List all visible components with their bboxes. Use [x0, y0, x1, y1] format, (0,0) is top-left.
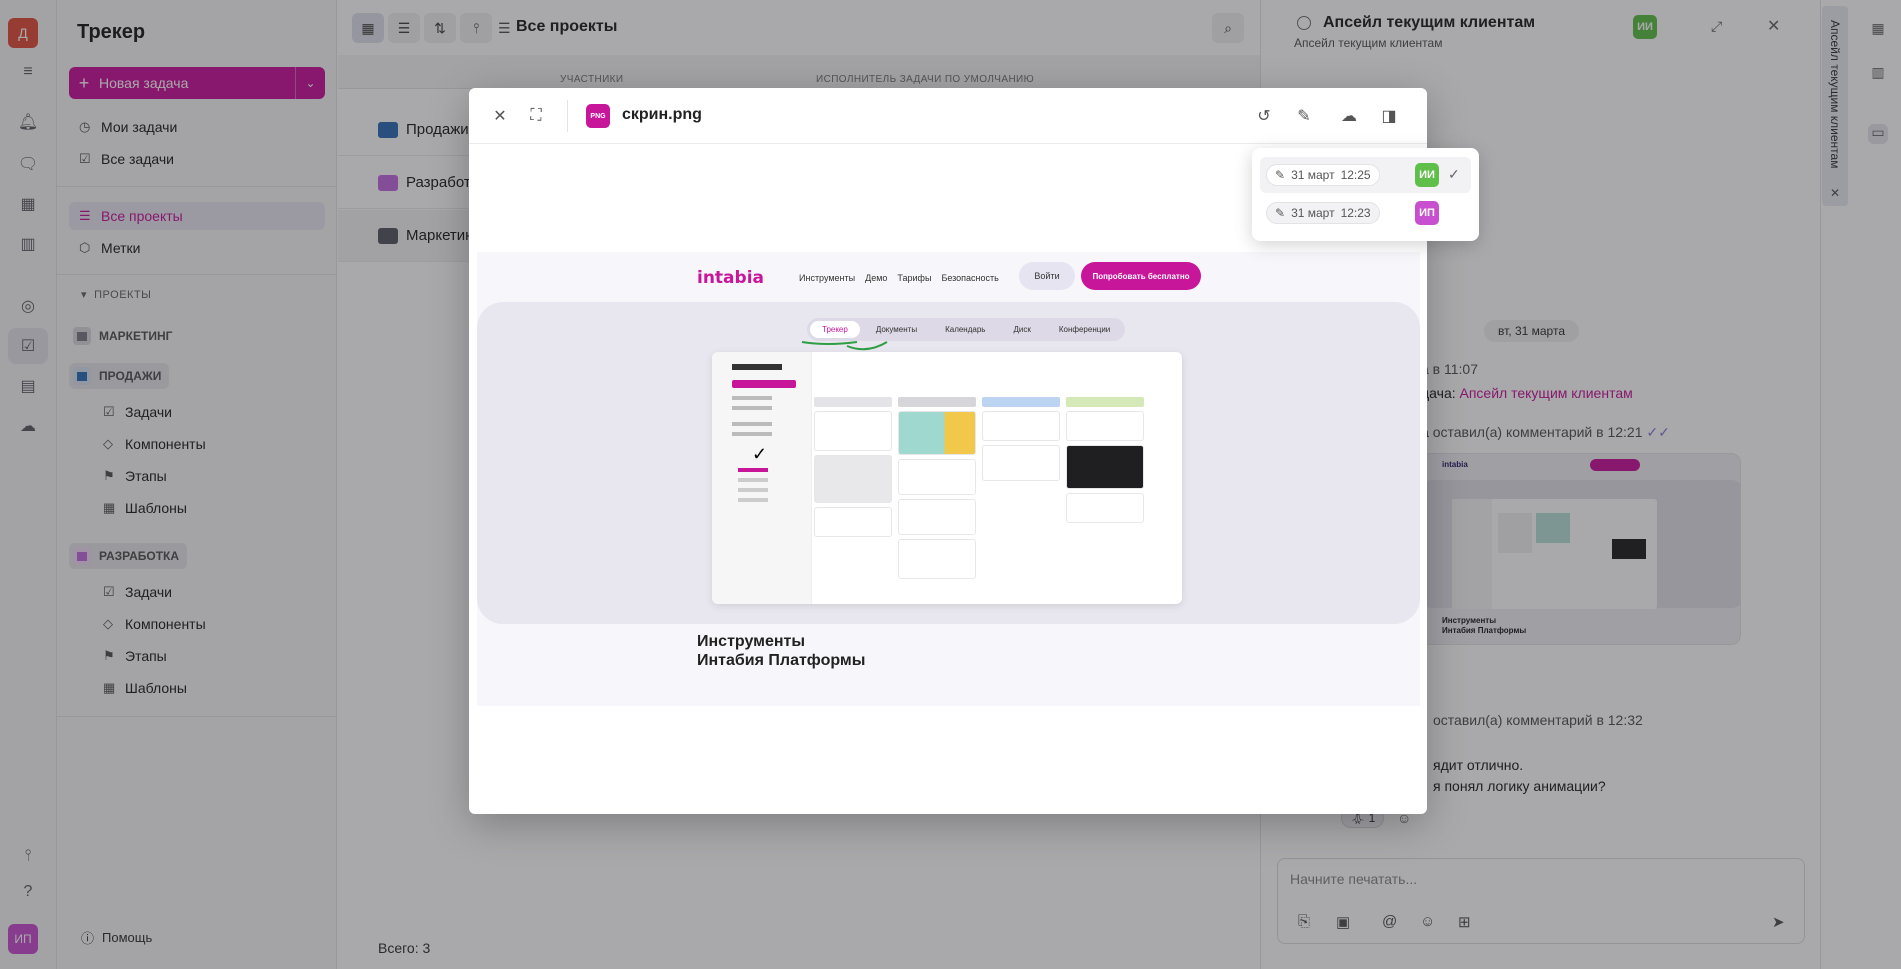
mini-sidebar: ✓	[712, 352, 812, 604]
close-icon[interactable]: ✕	[486, 102, 514, 130]
download-icon[interactable]: ☁	[1335, 102, 1363, 130]
version-time: 12:23	[1340, 206, 1371, 220]
nav-link: Инструменты	[799, 273, 856, 283]
divider	[567, 100, 568, 132]
nav-link: Безопасность	[941, 273, 999, 283]
history-icon[interactable]: ↺	[1250, 102, 1278, 130]
caption-line: Инструменты	[697, 633, 806, 650]
caption-line: Интабия Платформы	[697, 652, 866, 669]
version-history-popup: ✎ 31 март 12:25 ИИ ✓ ✎ 31 март 12:23 ИП	[1252, 148, 1479, 241]
version-chip: ✎ 31 март 12:23	[1266, 202, 1380, 224]
version-date: 31 март	[1291, 206, 1335, 220]
signature-icon: ✎	[1275, 168, 1286, 182]
version-item[interactable]: ✎ 31 март 12:23 ИП	[1260, 195, 1471, 231]
app-screenshot: ✓	[712, 352, 1182, 604]
site-login-button: Войти	[1019, 262, 1075, 290]
check-icon: ✓	[1448, 166, 1460, 182]
mini-column	[898, 397, 976, 597]
version-date: 31 март	[1291, 168, 1335, 182]
image-canvas: intabia Инструменты Демо Тарифы Безопасн…	[477, 252, 1420, 706]
nav-link: Тарифы	[897, 273, 932, 283]
mini-column	[814, 397, 892, 597]
version-item[interactable]: ✎ 31 март 12:25 ИИ ✓	[1260, 157, 1471, 193]
signature-icon[interactable]: ✎	[1290, 102, 1318, 130]
mini-column	[982, 397, 1060, 597]
side-panel-icon[interactable]: ◨	[1375, 102, 1403, 130]
site-hero: Трекер Документы Календарь Диск Конферен…	[477, 302, 1420, 624]
nav-link: Демо	[865, 273, 888, 283]
site-tab: Календарь	[945, 325, 986, 334]
modal-header: ✕ ⛶ PNG скрин.png ↺ ✎ ☁ ◨	[469, 88, 1427, 144]
fullscreen-icon[interactable]: ⛶	[522, 102, 550, 130]
signature-icon: ✎	[1275, 206, 1286, 220]
author-badge: ИИ	[1415, 163, 1439, 187]
mini-column	[1066, 397, 1144, 597]
site-nav: intabia Инструменты Демо Тарифы Безопасн…	[477, 252, 1420, 300]
intabia-logo: intabia	[697, 268, 764, 288]
site-tab: Конференции	[1058, 325, 1111, 334]
site-tab: Диск	[1013, 325, 1031, 334]
author-badge: ИП	[1415, 201, 1439, 225]
version-chip: ✎ 31 март 12:25	[1266, 164, 1380, 186]
site-caption: Инструменты Интабия Платформы	[697, 632, 865, 670]
file-name: скрин.png	[622, 106, 702, 123]
png-file-icon: PNG	[586, 104, 610, 128]
site-try-button: Попробовать бесплатно	[1081, 262, 1201, 290]
site-nav-links: Инструменты Демо Тарифы Безопасность	[799, 273, 999, 283]
logo-text: intabia	[697, 268, 764, 288]
version-time: 12:25	[1340, 168, 1371, 182]
